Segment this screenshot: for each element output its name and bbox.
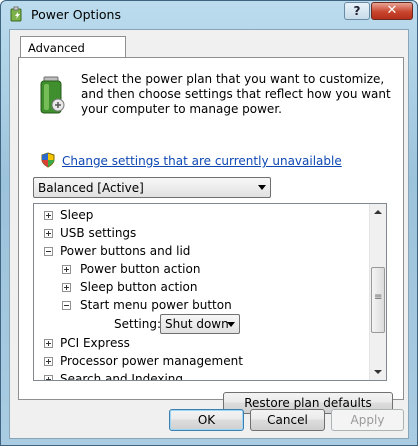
chevron-down-icon [258, 185, 266, 190]
tree-item-power-button-action[interactable]: Power button action [62, 260, 362, 278]
title-bar[interactable]: Power Options ? ✕ [1, 1, 417, 29]
battery-icon [40, 76, 65, 114]
scroll-down-icon[interactable] [370, 363, 386, 380]
setting-value: Shut down [165, 317, 229, 331]
expand-icon[interactable] [62, 283, 71, 292]
cancel-button[interactable]: Cancel [250, 409, 325, 431]
settings-tree: Sleep USB settings Power buttons and lid… [33, 203, 387, 381]
tree-item-label: PCI Express [60, 336, 130, 350]
apply-button[interactable]: Apply [331, 409, 404, 431]
expand-icon[interactable] [44, 375, 53, 380]
setting-label: Setting: [114, 317, 162, 331]
power-options-window: Power Options ? ✕ Advanced settings Sele… [0, 0, 418, 446]
tree-item-label: USB settings [60, 226, 137, 240]
expand-icon[interactable] [44, 211, 53, 220]
power-plan-value: Balanced [Active] [38, 181, 144, 195]
scroll-up-icon[interactable] [370, 204, 386, 221]
tree-item-label: Processor power management [60, 354, 243, 368]
power-plan-dropdown[interactable]: Balanced [Active] [33, 177, 271, 198]
close-button[interactable]: ✕ [371, 2, 413, 20]
collapse-icon[interactable] [62, 301, 71, 310]
tree-item-label: Search and Indexing [60, 372, 184, 381]
tree-item-label: Sleep [60, 208, 94, 222]
tree-item-start-menu-power-button[interactable]: Start menu power button [62, 296, 362, 314]
change-settings-link[interactable]: Change settings that are currently unava… [62, 154, 342, 168]
setting-dropdown[interactable]: Shut down [160, 314, 240, 334]
tree-item-label: Start menu power button [80, 298, 232, 312]
tree-item-sleep-button-action[interactable]: Sleep button action [62, 278, 362, 296]
expand-icon[interactable] [44, 357, 53, 366]
expand-icon[interactable] [62, 265, 71, 274]
dialog-body: Advanced settings Select the power plan … [9, 29, 409, 439]
tree-item-label: Sleep button action [80, 280, 198, 294]
expand-icon[interactable] [44, 229, 53, 238]
advanced-settings-panel: Select the power plan that you want to c… [18, 57, 404, 414]
help-button[interactable]: ? [344, 2, 370, 20]
collapse-icon[interactable] [44, 247, 53, 256]
tree-item-label: Power button action [80, 262, 201, 276]
power-options-icon [10, 6, 22, 22]
scroll-thumb[interactable] [371, 267, 385, 333]
ok-button[interactable]: OK [169, 409, 244, 431]
uac-shield-icon [41, 152, 55, 168]
tree-item-processor-power-management[interactable]: Processor power management [44, 352, 364, 370]
description-text: Select the power plan that you want to c… [81, 72, 391, 116]
chevron-down-icon [227, 322, 235, 327]
expand-icon[interactable] [44, 339, 53, 348]
tree-item-power-buttons-and-lid[interactable]: Power buttons and lid [44, 242, 364, 260]
tree-item-pci-express[interactable]: PCI Express [44, 334, 364, 352]
vertical-scrollbar[interactable] [369, 204, 386, 380]
tree-item-search-and-indexing[interactable]: Search and Indexing [44, 370, 364, 381]
window-title: Power Options [31, 7, 121, 22]
tab-advanced-settings[interactable]: Advanced settings [20, 36, 126, 69]
tree-item-sleep[interactable]: Sleep [44, 206, 364, 224]
tree-item-label: Power buttons and lid [60, 244, 191, 258]
tree-item-usb-settings[interactable]: USB settings [44, 224, 364, 242]
